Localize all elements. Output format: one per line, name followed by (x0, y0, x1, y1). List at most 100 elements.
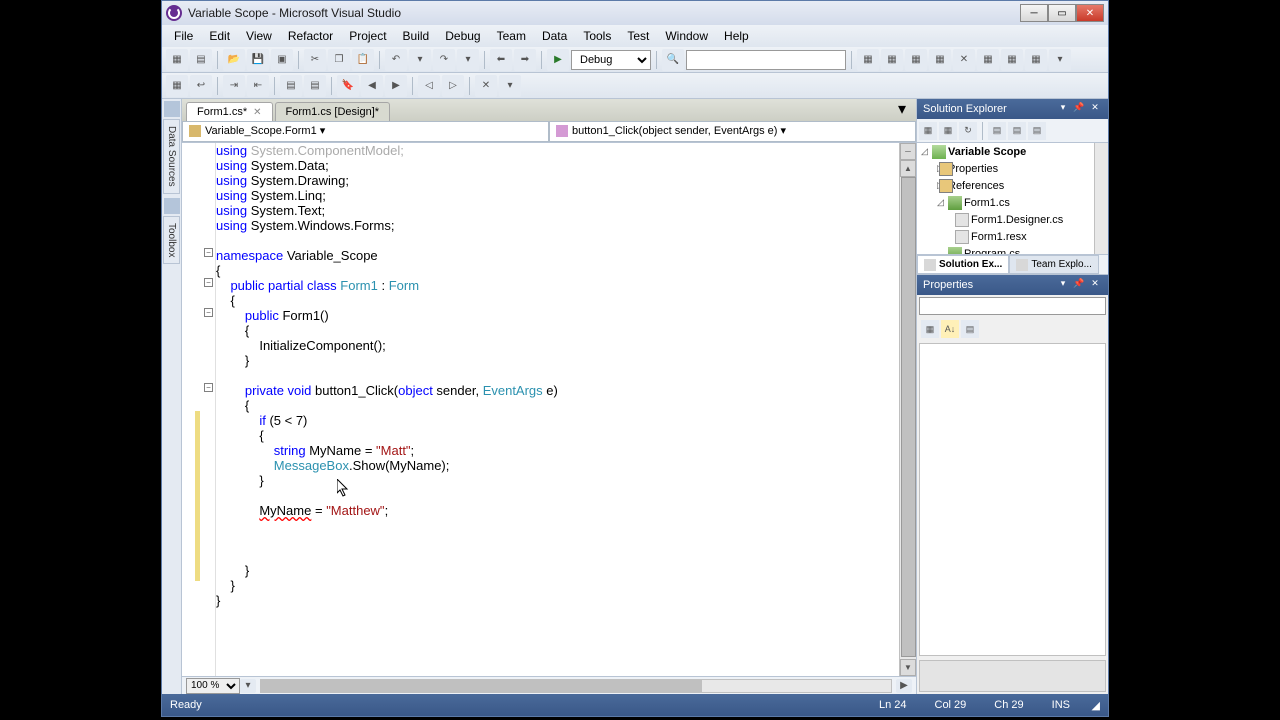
tb-btn-f[interactable]: ▦ (977, 49, 999, 71)
tree-project[interactable]: ◿Variable Scope (917, 143, 1108, 160)
properties-object-select[interactable] (919, 297, 1106, 315)
start-debug-button[interactable]: ▶ (547, 49, 569, 71)
doc-tab[interactable]: Form1.cs [Design]* (275, 102, 391, 121)
undo-dropdown[interactable]: ▾ (409, 49, 431, 71)
tb-btn-b[interactable]: ▦ (881, 49, 903, 71)
panel-dropdown-icon[interactable]: ▾ (1056, 102, 1070, 116)
open-button[interactable]: 📂 (223, 49, 245, 71)
find-in-files-button[interactable]: 🔍 (662, 49, 684, 71)
prev-bookmark-button[interactable]: ◀ (361, 75, 383, 97)
type-nav-select[interactable]: Variable_Scope.Form1 ▾ (182, 121, 549, 142)
view-code-button[interactable]: ▤ (988, 122, 1006, 140)
menu-file[interactable]: File (166, 27, 201, 45)
tb-btn-d[interactable]: ▦ (929, 49, 951, 71)
config-select[interactable]: Debug (571, 50, 651, 70)
redo-dropdown[interactable]: ▾ (457, 49, 479, 71)
clear-bookmarks-button[interactable]: ✕ (475, 75, 497, 97)
properties-page-button[interactable]: ▤ (961, 320, 979, 338)
editor[interactable]: − − − − using System.ComponentModel;usin… (182, 143, 916, 676)
properties-grid[interactable] (919, 343, 1106, 656)
properties-button[interactable]: ▦ (919, 122, 937, 140)
paste-button[interactable]: 📋 (352, 49, 374, 71)
tree-resx[interactable]: Form1.resx (917, 228, 1108, 245)
scroll-down-button[interactable]: ▼ (900, 659, 916, 676)
comment-button[interactable]: ▤ (280, 75, 302, 97)
menu-refactor[interactable]: Refactor (280, 27, 341, 45)
scroll-thumb[interactable] (901, 177, 916, 657)
tb-btn-c[interactable]: ▦ (905, 49, 927, 71)
undo-button[interactable]: ↶ (385, 49, 407, 71)
decrease-indent-button[interactable]: ⇤ (247, 75, 269, 97)
menu-project[interactable]: Project (341, 27, 394, 45)
new-project-button[interactable]: ▦ (166, 49, 188, 71)
props-close-icon[interactable]: ✕ (1088, 278, 1102, 292)
panel-close-icon[interactable]: ✕ (1088, 102, 1102, 116)
doc-tabs-dropdown[interactable]: ▾ (892, 97, 912, 121)
tree-form1[interactable]: ◿Form1.cs (917, 194, 1108, 211)
close-tab-icon[interactable]: ✕ (253, 107, 261, 118)
menu-team[interactable]: Team (489, 27, 534, 45)
word-wrap-button[interactable]: ↩ (190, 75, 212, 97)
toolbar2-overflow[interactable]: ▾ (499, 75, 521, 97)
toolbox-tab[interactable]: Toolbox (163, 216, 180, 264)
close-button[interactable]: ✕ (1076, 4, 1104, 22)
menu-tools[interactable]: Tools (575, 27, 619, 45)
tb-btn-a[interactable]: ▦ (857, 49, 879, 71)
horizontal-scrollbar[interactable] (260, 679, 892, 693)
data-sources-tab[interactable]: Data Sources (163, 119, 180, 194)
prev-bookmark-folder[interactable]: ◁ (418, 75, 440, 97)
next-bookmark-button[interactable]: ▶ (385, 75, 407, 97)
fold-namespace[interactable]: − (204, 248, 213, 257)
categorized-button[interactable]: ▦ (921, 320, 939, 338)
fold-class[interactable]: − (204, 278, 213, 287)
zoom-dropdown[interactable]: ▾ (240, 679, 256, 693)
save-all-button[interactable]: ▣ (271, 49, 293, 71)
bookmark-button[interactable]: 🔖 (337, 75, 359, 97)
scroll-up-button[interactable]: ▲ (900, 160, 916, 177)
redo-button[interactable]: ↷ (433, 49, 455, 71)
hscroll-right[interactable]: ▶ (896, 679, 912, 693)
fold-ctor[interactable]: − (204, 308, 213, 317)
tree-properties[interactable]: ▷Properties (917, 160, 1108, 177)
view-designer-button[interactable]: ▤ (1008, 122, 1026, 140)
split-button[interactable]: ─ (900, 143, 916, 160)
next-bookmark-folder[interactable]: ▷ (442, 75, 464, 97)
add-item-button[interactable]: ▤ (190, 49, 212, 71)
vertical-scrollbar[interactable]: ─ ▲ ▼ (899, 143, 916, 676)
resize-grip[interactable]: ◢ (1084, 699, 1100, 712)
menu-help[interactable]: Help (716, 27, 757, 45)
panel-pin-icon[interactable]: 📌 (1072, 102, 1086, 116)
menu-edit[interactable]: Edit (201, 27, 238, 45)
alphabetical-button[interactable]: A↓ (941, 320, 959, 338)
menu-window[interactable]: Window (657, 27, 716, 45)
menu-view[interactable]: View (238, 27, 280, 45)
fold-method[interactable]: − (204, 383, 213, 392)
menu-build[interactable]: Build (395, 27, 438, 45)
tb-btn-h[interactable]: ▦ (1025, 49, 1047, 71)
tree-designer[interactable]: Form1.Designer.cs (917, 211, 1108, 228)
nav-fwd-button[interactable]: ➡ (514, 49, 536, 71)
tb-btn-g[interactable]: ▦ (1001, 49, 1023, 71)
menu-test[interactable]: Test (619, 27, 657, 45)
props-pin-icon[interactable]: 📌 (1072, 278, 1086, 292)
uncomment-button[interactable]: ▤ (304, 75, 326, 97)
maximize-button[interactable]: ▭ (1048, 4, 1076, 22)
bottom-tab[interactable]: Team Explo... (1009, 255, 1099, 274)
tb-btn-e[interactable]: ✕ (953, 49, 975, 71)
save-button[interactable]: 💾 (247, 49, 269, 71)
find-input[interactable] (686, 50, 846, 70)
code-area[interactable]: using System.ComponentModel;using System… (216, 143, 899, 676)
tree-scrollbar[interactable] (1094, 143, 1108, 254)
copy-button[interactable]: ❐ (328, 49, 350, 71)
doc-tab[interactable]: Form1.cs*✕ (186, 102, 273, 121)
show-all-button[interactable]: ▦ (939, 122, 957, 140)
props-dropdown-icon[interactable]: ▾ (1056, 278, 1070, 292)
menu-debug[interactable]: Debug (437, 27, 488, 45)
tree-program[interactable]: Program.cs (917, 245, 1108, 255)
menu-data[interactable]: Data (534, 27, 575, 45)
tree-references[interactable]: ▷References (917, 177, 1108, 194)
bottom-tab[interactable]: Solution Ex... (917, 255, 1009, 274)
refresh-button[interactable]: ↻ (959, 122, 977, 140)
zoom-select[interactable]: 100 % (186, 678, 240, 694)
display-ws-button[interactable]: ▦ (166, 75, 188, 97)
